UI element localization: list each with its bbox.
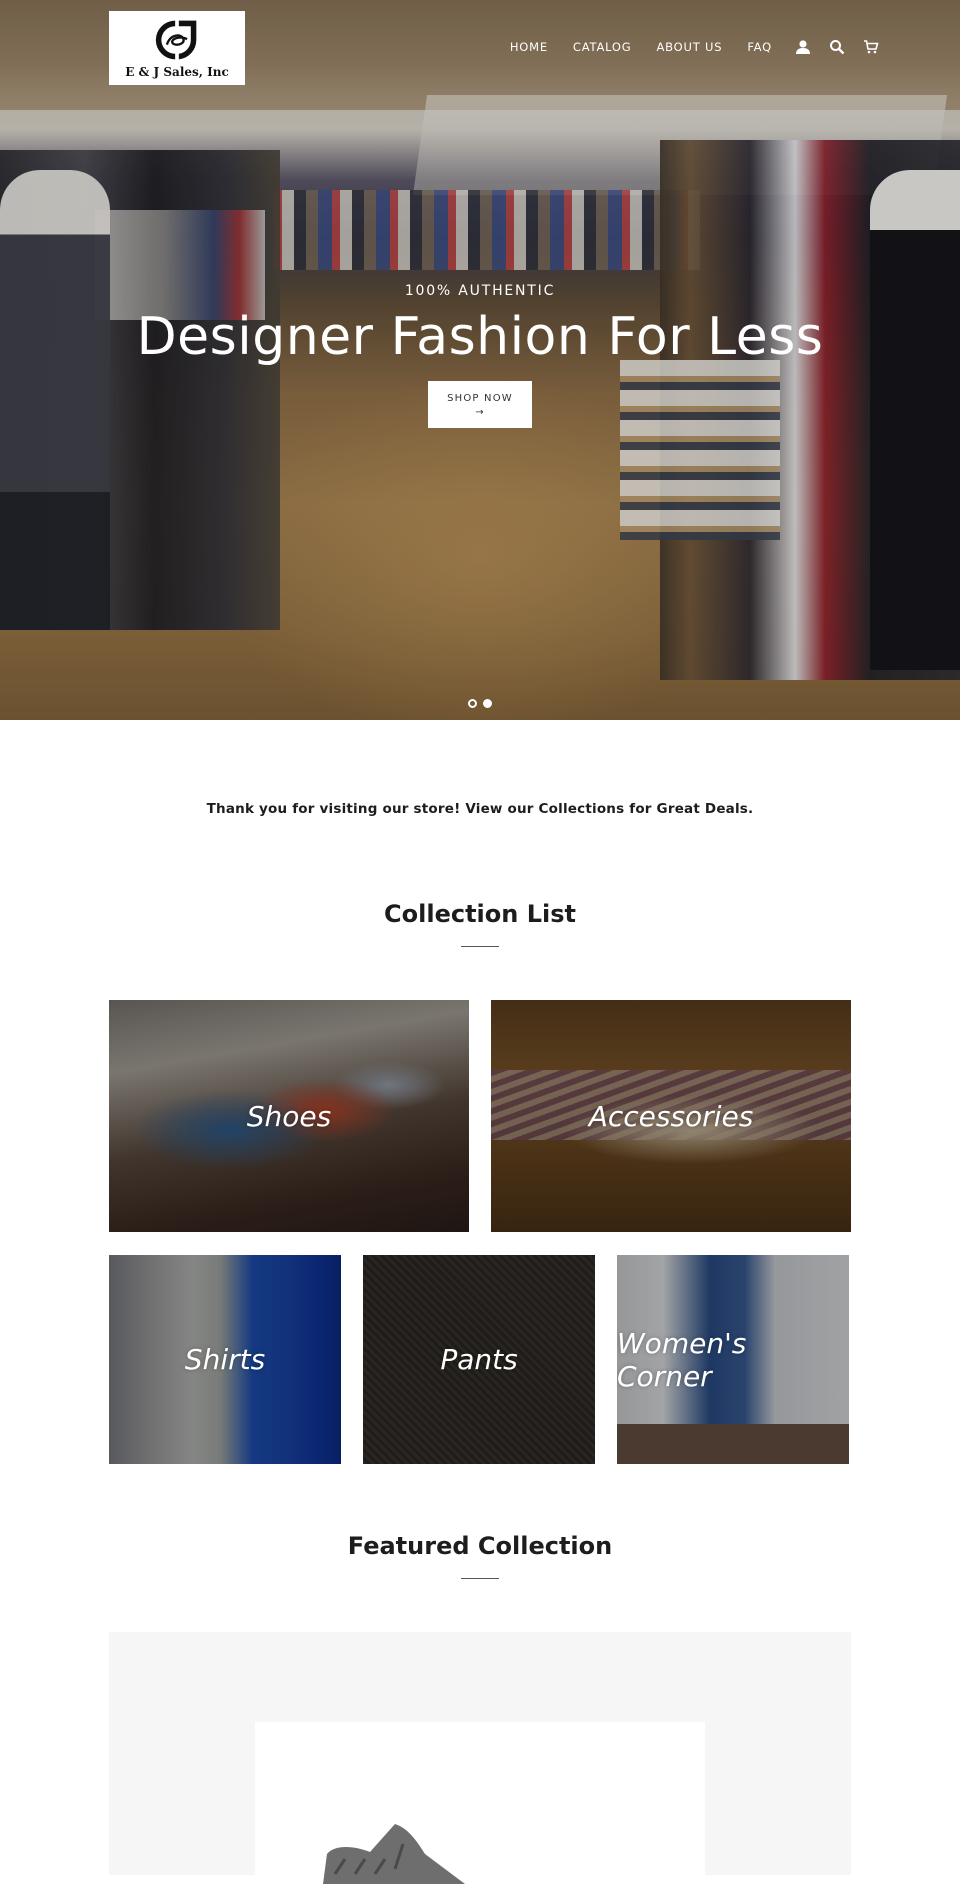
- featured-collection-divider: [461, 1578, 499, 1579]
- intro-text: Thank you for visiting our store! View o…: [206, 801, 754, 817]
- collection-label: Women's Corner: [617, 1326, 747, 1393]
- collection-womens-corner[interactable]: Women's Corner: [617, 1255, 849, 1464]
- nav-home[interactable]: HOME: [510, 40, 548, 54]
- hero-slideshow: E & J Sales, Inc HOME CATALOG ABOUT US F…: [0, 0, 960, 720]
- collection-shoes[interactable]: Shoes: [109, 1000, 469, 1232]
- site-logo[interactable]: E & J Sales, Inc: [109, 11, 245, 85]
- logo-text: E & J Sales, Inc: [125, 65, 229, 79]
- collection-pants[interactable]: Pants: [363, 1255, 595, 1464]
- account-icon[interactable]: [794, 38, 812, 56]
- sneaker-product-image: [323, 1824, 465, 1884]
- slide-dot-1[interactable]: [468, 699, 477, 708]
- collection-label: Shirts: [184, 1343, 266, 1376]
- featured-collection-title: Featured Collection: [347, 1532, 613, 1560]
- shop-now-button[interactable]: SHOP NOW →: [428, 381, 532, 428]
- logo-mark-icon: [155, 20, 197, 60]
- collection-list-divider: [461, 946, 499, 947]
- collection-shirts[interactable]: Shirts: [109, 1255, 341, 1464]
- collection-list-title: Collection List: [384, 900, 576, 928]
- product-card[interactable]: [255, 1722, 705, 1884]
- main-nav: HOME CATALOG ABOUT US FAQ: [510, 38, 880, 56]
- nav-catalog[interactable]: CATALOG: [573, 40, 632, 54]
- slideshow-dots: [0, 699, 960, 708]
- search-icon[interactable]: [828, 38, 846, 56]
- collection-accessories[interactable]: Accessories: [491, 1000, 851, 1232]
- collection-label: Pants: [440, 1343, 518, 1376]
- nav-about-us[interactable]: ABOUT US: [656, 40, 722, 54]
- hero-title: Designer Fashion For Less: [136, 307, 824, 367]
- featured-collection-grid: [109, 1632, 851, 1884]
- collection-label: Accessories: [588, 1099, 754, 1133]
- hero-content: 100% AUTHENTIC Designer Fashion For Less…: [0, 283, 960, 428]
- nav-faq[interactable]: FAQ: [747, 40, 772, 54]
- cart-icon[interactable]: [862, 38, 880, 56]
- collection-label: Shoes: [246, 1099, 332, 1133]
- site-header: E & J Sales, Inc HOME CATALOG ABOUT US F…: [0, 0, 960, 96]
- hero-subtitle: 100% AUTHENTIC: [404, 283, 556, 299]
- slide-dot-2[interactable]: [483, 699, 492, 708]
- arrow-right-icon: →: [475, 407, 485, 418]
- shop-now-label: SHOP NOW: [447, 393, 513, 404]
